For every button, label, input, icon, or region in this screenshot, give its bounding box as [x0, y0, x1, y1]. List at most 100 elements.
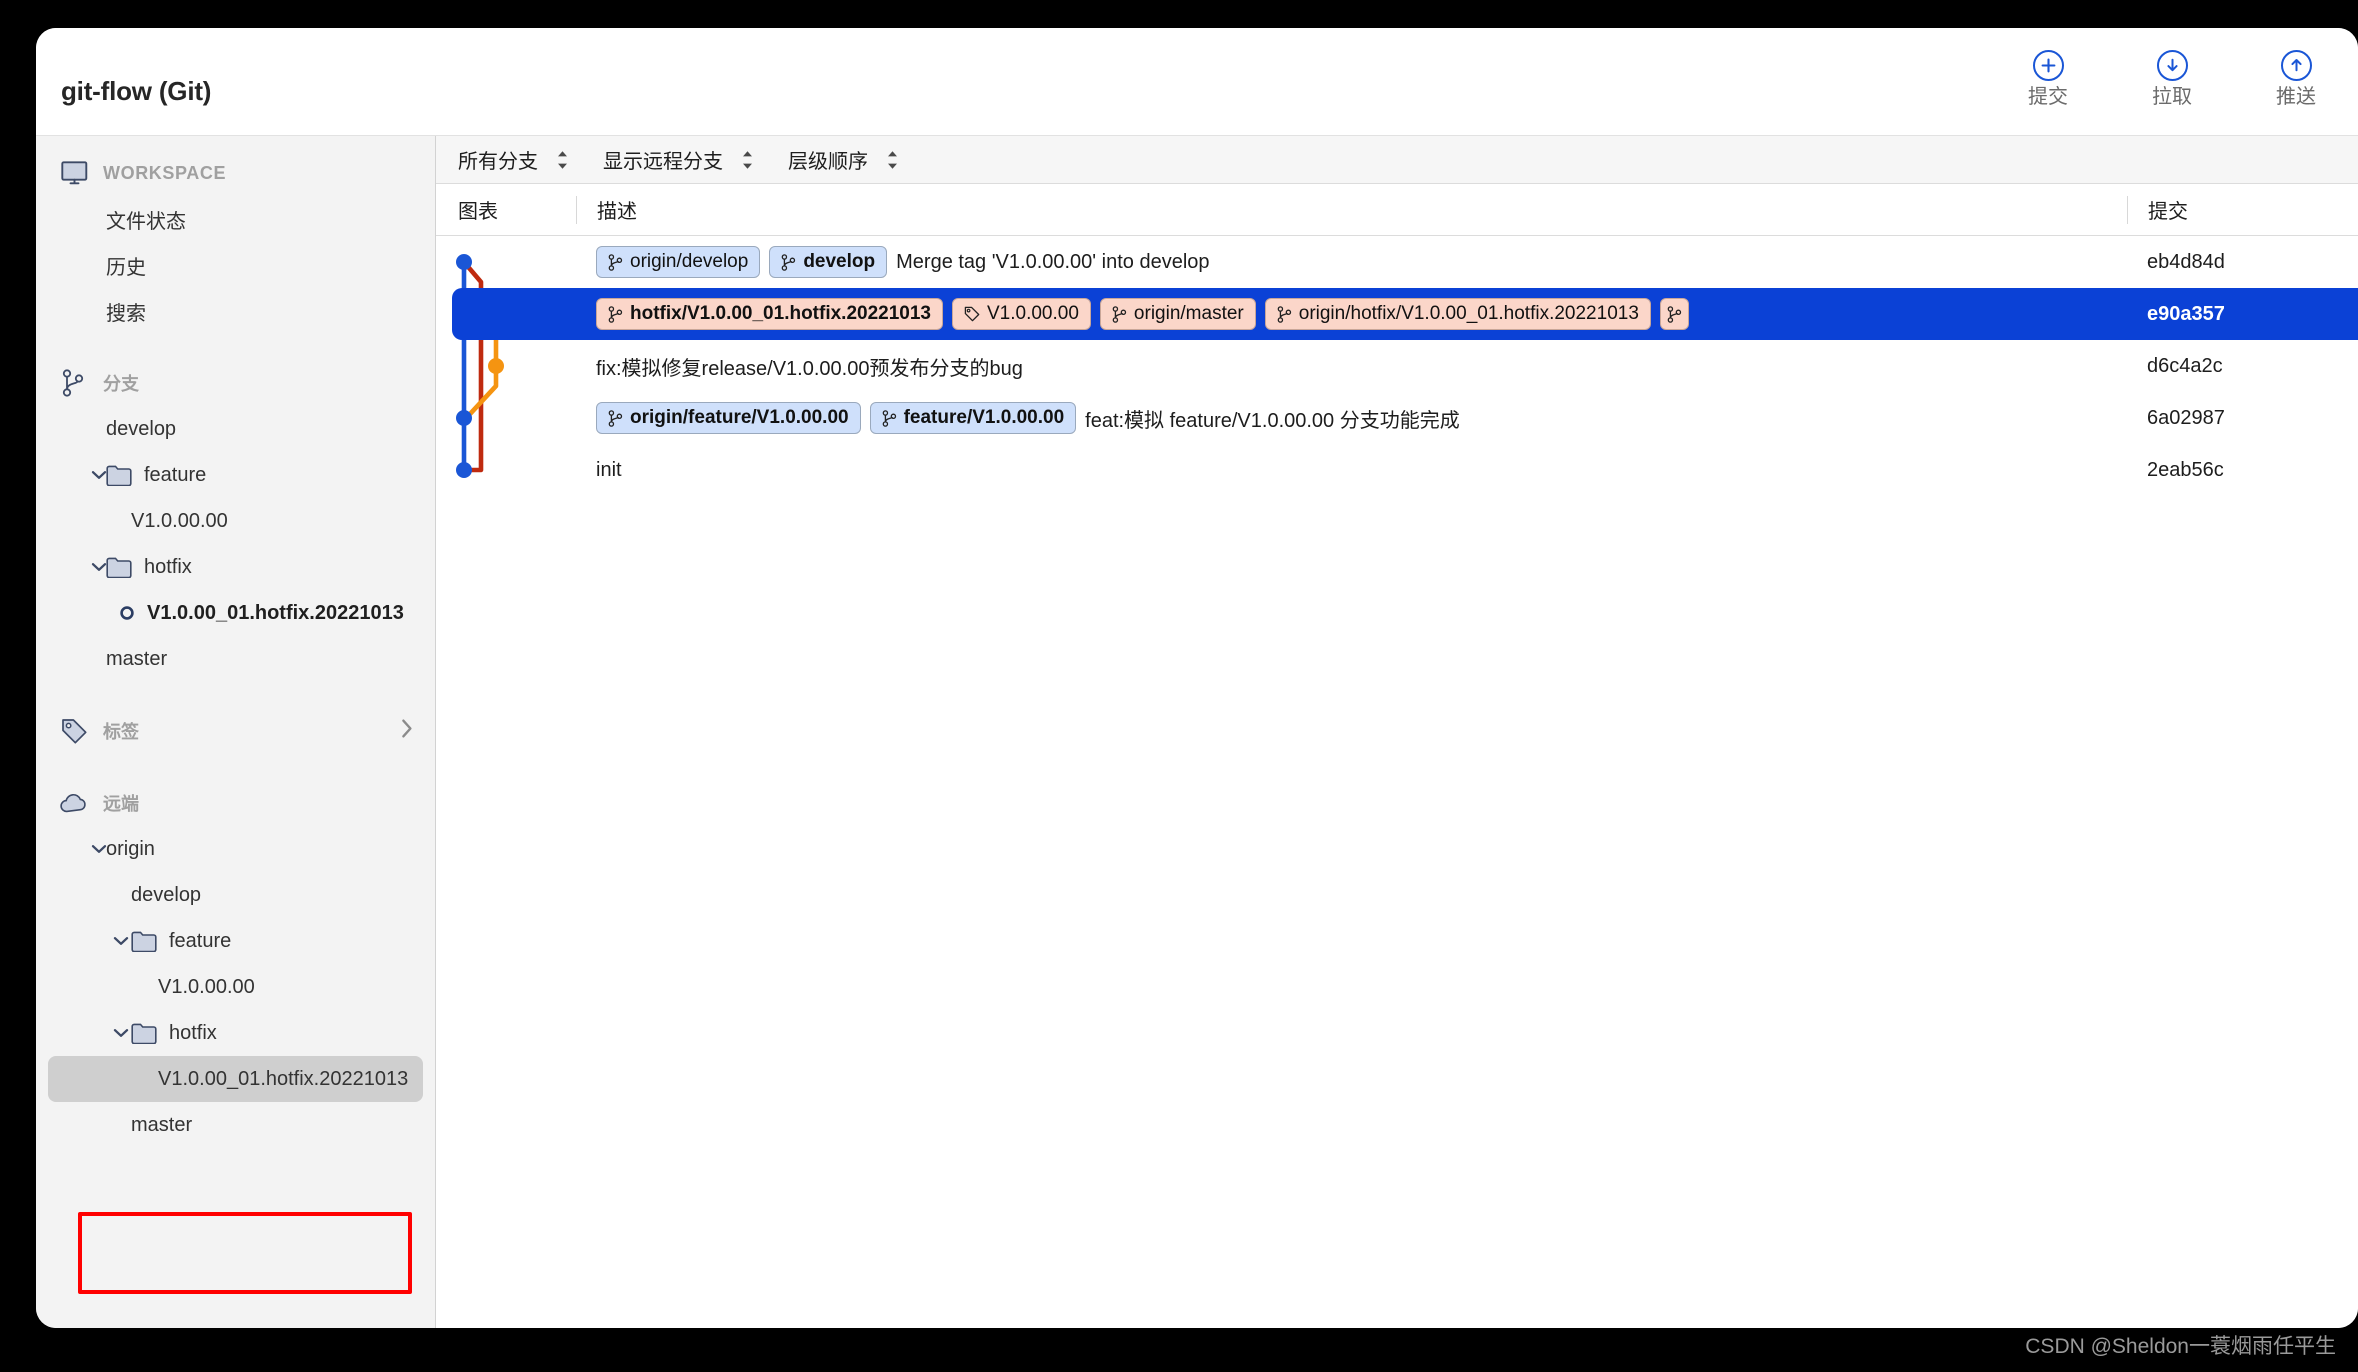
sidebar-item-branch-feature-v1[interactable]: V1.0.00.00: [36, 498, 435, 544]
sidebar-item-remote-folder-feature[interactable]: feature: [36, 918, 435, 964]
chevron-down-icon[interactable]: [86, 470, 112, 480]
screen: git-flow (Git) 提交 拉取 推送 WORKSPACE 文件状态 历…: [0, 0, 2358, 1372]
table-row[interactable]: origin/feature/V1.0.00.00 feature/V1.0.0…: [436, 392, 2358, 444]
commit-hash: 6a02987: [2147, 406, 2225, 429]
table-row[interactable]: hotfix/V1.0.00_01.hotfix.20221013 V1.0.0…: [436, 288, 2358, 340]
commit-description-cell: hotfix/V1.0.00_01.hotfix.20221013 V1.0.0…: [596, 288, 2127, 340]
sidebar-item-label: 文件状态: [106, 210, 186, 233]
push-button[interactable]: 推送: [2234, 50, 2358, 107]
sidebar-section-branches[interactable]: 分支: [36, 360, 435, 406]
sidebar-item-label: V1.0.00.00: [158, 975, 255, 998]
sidebar-item-remote-master[interactable]: master: [36, 1102, 435, 1148]
chevron-down-icon[interactable]: [86, 562, 112, 572]
title-bar: git-flow (Git) 提交 拉取 推送: [36, 28, 2358, 136]
filter-label: 显示远程分支: [603, 151, 723, 173]
current-branch-indicator-icon: [119, 605, 135, 621]
chevron-down-icon[interactable]: [108, 1028, 134, 1038]
sidebar-item-search[interactable]: 搜索: [36, 288, 435, 334]
sidebar-item-remote-develop[interactable]: develop: [36, 872, 435, 918]
sidebar-item-file-status[interactable]: 文件状态: [36, 196, 435, 242]
folder-icon: [131, 931, 157, 952]
watermark: CSDN @Sheldon一蓑烟雨任平生: [2025, 1335, 2336, 1358]
sidebar-item-label: develop: [131, 883, 202, 906]
sidebar-item-remote-folder-hotfix[interactable]: hotfix: [36, 1010, 435, 1056]
filter-all-branches[interactable]: 所有分支: [458, 145, 569, 174]
chevron-down-icon[interactable]: [86, 844, 112, 854]
sidebar-section-label: WORKSPACE: [103, 162, 227, 183]
table-column-headers: 图表 描述 提交: [436, 184, 2358, 236]
table-row[interactable]: fix:模拟修复release/V1.0.00.00预发布分支的bug d6c4…: [436, 340, 2358, 392]
sidebar-item-branch-master[interactable]: master: [36, 636, 435, 682]
tag-badge[interactable]: V1.0.00.00: [952, 298, 1091, 330]
sidebar-item-history[interactable]: 历史: [36, 242, 435, 288]
table-row[interactable]: origin/develop develop Merge tag 'V1.0.0…: [436, 236, 2358, 288]
sidebar-item-label: origin: [106, 837, 155, 860]
branch-badge[interactable]: origin/hotfix/V1.0.00_01.hotfix.20221013: [1264, 298, 1651, 330]
window-title: git-flow (Git): [61, 76, 212, 106]
sort-updown-icon[interactable]: [886, 149, 899, 171]
badge-label: feature/V1.0.00.00: [903, 407, 1065, 428]
tag-icon: [59, 716, 89, 746]
sidebar-section-label: 标签: [103, 722, 139, 742]
branch-badge[interactable]: develop: [769, 246, 888, 278]
sort-updown-icon[interactable]: [741, 149, 754, 171]
commit-hash: eb4d84d: [2147, 250, 2225, 273]
table-row[interactable]: init 2eab56c: [436, 444, 2358, 496]
column-header-description[interactable]: 描述: [576, 195, 2127, 224]
filter-label: 所有分支: [458, 151, 538, 173]
commit-button[interactable]: 提交: [1986, 50, 2110, 107]
sidebar-item-current-branch[interactable]: V1.0.00_01.hotfix.20221013: [36, 590, 435, 636]
branch-icon: [882, 409, 897, 427]
commit-description-cell: origin/feature/V1.0.00.00 feature/V1.0.0…: [596, 392, 2127, 444]
branch-icon: [781, 253, 796, 271]
sidebar-section-remotes[interactable]: 远端: [36, 780, 435, 826]
column-header-graph[interactable]: 图表: [436, 195, 576, 224]
commit-description-cell: origin/develop develop Merge tag 'V1.0.0…: [596, 236, 2127, 288]
sidebar-item-label: feature: [144, 463, 207, 486]
main-panel: 所有分支 显示远程分支 层级顺序 图表 描述 提交 origin/develop…: [436, 136, 2358, 1328]
branch-icon: [608, 409, 623, 427]
chevron-right-icon[interactable]: [401, 719, 413, 744]
commit-hash: 2eab56c: [2147, 458, 2224, 481]
branch-badge[interactable]: hotfix/V1.0.00_01.hotfix.20221013: [596, 298, 943, 330]
sidebar-item-remote-hotfix-v1-selected[interactable]: V1.0.00_01.hotfix.20221013: [48, 1056, 423, 1102]
sidebar-item-label: V1.0.00.00: [131, 509, 228, 532]
commit-list: origin/develop develop Merge tag 'V1.0.0…: [436, 236, 2358, 1328]
sidebar-item-remote-origin[interactable]: origin: [36, 826, 435, 872]
toolbar: 提交 拉取 推送: [1986, 50, 2358, 107]
sidebar-item-label: feature: [169, 929, 232, 952]
sidebar-item-label: V1.0.00_01.hotfix.20221013: [147, 601, 404, 624]
sidebar-section-workspace[interactable]: WORKSPACE: [36, 150, 435, 196]
annotation-highlight-box: [78, 1212, 412, 1294]
branch-icon: [608, 253, 623, 271]
sidebar-item-branch-folder-hotfix[interactable]: hotfix: [36, 544, 435, 590]
sort-updown-icon[interactable]: [556, 149, 569, 171]
sidebar-item-label: 历史: [106, 256, 146, 279]
badge-label: origin/feature/V1.0.00.00: [630, 407, 849, 428]
badge-label: hotfix/V1.0.00_01.hotfix.20221013: [630, 303, 931, 324]
sidebar-item-label: hotfix: [169, 1021, 217, 1044]
sidebar-item-branch-develop[interactable]: develop: [36, 406, 435, 452]
cloud-icon: [59, 788, 89, 818]
branch-badge[interactable]: origin/feature/V1.0.00.00: [596, 402, 861, 434]
pull-button[interactable]: 拉取: [2110, 50, 2234, 107]
branch-badge[interactable]: feature/V1.0.00.00: [869, 402, 1077, 434]
sidebar-item-label: master: [131, 1113, 193, 1136]
commit-hash: e90a357: [2147, 302, 2225, 325]
branch-badge[interactable]: origin/develop: [596, 246, 761, 278]
branch-badge-truncated[interactable]: [1659, 298, 1689, 330]
filter-show-remote-branches[interactable]: 显示远程分支: [603, 145, 754, 174]
chevron-down-icon[interactable]: [108, 936, 134, 946]
sidebar-item-branch-folder-feature[interactable]: feature: [36, 452, 435, 498]
sidebar-item-label: master: [106, 647, 168, 670]
branch-badge[interactable]: origin/master: [1099, 298, 1256, 330]
plus-circle-icon: [2032, 50, 2064, 81]
sidebar-section-tags[interactable]: 标签: [36, 708, 435, 754]
sidebar-item-remote-feature-v1[interactable]: V1.0.00.00: [36, 964, 435, 1010]
badge-label: origin/hotfix/V1.0.00_01.hotfix.20221013: [1298, 303, 1639, 324]
upload-circle-icon: [2280, 50, 2312, 81]
commit-message: init: [596, 458, 622, 481]
filter-hierarchical-order[interactable]: 层级顺序: [788, 145, 899, 174]
column-header-commit[interactable]: 提交: [2127, 195, 2358, 224]
app-window: git-flow (Git) 提交 拉取 推送 WORKSPACE 文件状态 历…: [36, 28, 2358, 1328]
